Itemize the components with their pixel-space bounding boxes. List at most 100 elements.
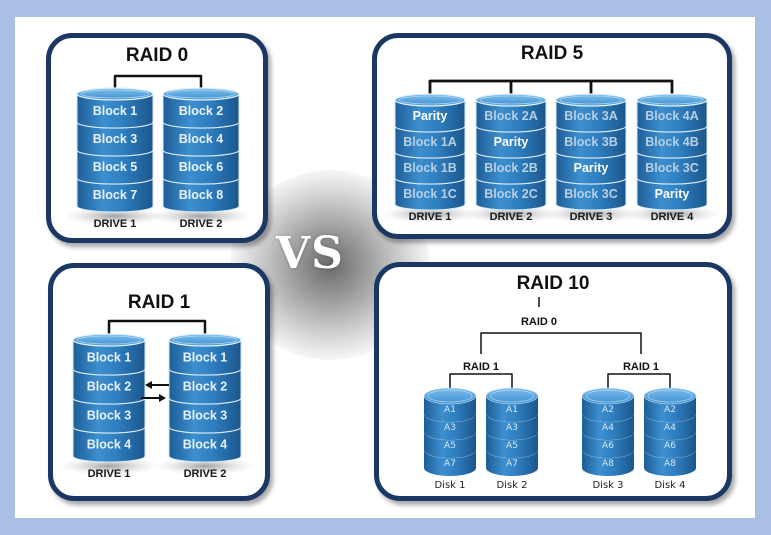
raid10-disk-1: A7 A5 A3 A1 [423,387,477,476]
block-label: Parity [413,109,448,123]
block-label: A4 [664,423,676,433]
block-label: Parity [655,187,690,201]
block-label: Block 4B [645,135,699,149]
block-label: A7 [506,459,518,469]
block-label: A8 [602,459,614,469]
raid1-panel: RAID 1 Block 4 Block 3 Block 2 Block 1 DRIVE… [48,263,270,501]
block-segment: Block 2A [475,93,547,133]
raid5-drive-4: Parity Block 3C Block 4B Block 4A [623,93,721,223]
block-label: Block 4 [183,438,228,452]
block-label: Block 1A [403,135,457,149]
block-label: Block 5 [93,160,138,174]
block-label: Block 1C [403,187,457,201]
raid0-drive-2: Block 8 Block 6 Block 4 Block 2 [149,87,253,225]
raid10-disk-2-label: Disk 2 [496,480,527,491]
raid5-panel: RAID 5 Block 1C Block 1B Block 1A Parity DRI… [372,33,732,239]
block-label: A6 [602,441,614,451]
block-segment: Block 1 [72,333,146,376]
block-label: A4 [602,423,614,433]
block-label: A3 [444,423,456,433]
raid5-drive-1-label: DRIVE 1 [409,211,452,223]
raid1-drive-1: Block 4 Block 3 Block 2 Block 1 [59,333,159,475]
raid0-drive-1-label: DRIVE 1 [94,218,137,230]
right-arrow-head [159,394,166,402]
block-segment: Block 3A [555,93,627,133]
block-label: Block 3 [183,409,228,423]
raid5-drive-2: Block 2C Block 2B Parity Block 2A [462,93,560,223]
block-segment: A2 [581,387,635,422]
block-label: Block 2B [484,161,538,175]
raid10-panel: RAID 10 RAID 0 RAID 1 RAID 1 A7 A5 A3 A1 Disk 1… [374,262,732,501]
raid5-drive-3-label: DRIVE 3 [570,211,613,223]
raid0-panel: RAID 0 Block 7 Block 5 Block 3 Block 1 DRIVE… [46,33,268,243]
raid0-drive-2-label: DRIVE 2 [180,218,223,230]
raid10-mirror-label-1: RAID 1 [463,361,499,373]
block-label: Block 3B [564,135,618,149]
block-label: Block 3A [564,109,618,123]
block-label: Block 2 [183,380,228,394]
block-label: Block 4 [87,438,132,452]
block-label: A1 [506,405,518,415]
block-label: A7 [444,459,456,469]
block-label: Block 6 [179,160,224,174]
raid10-disk-1-label: Disk 1 [434,480,465,491]
block-label: A2 [602,405,614,415]
raid10-disk-4: A8 A6 A4 A2 [643,387,697,476]
raid5-diagram: Block 1CBlock 1BBlock 1AParityDRIVE 1Blo… [381,79,721,223]
block-label: A2 [664,405,676,415]
block-segment: Block 4A [636,93,708,133]
block-label: Block 2 [87,380,132,394]
left-arrow-head [145,381,152,389]
block-segment: Block 1 [168,333,242,376]
block-label: Block 1 [87,351,132,365]
block-label: Block 2 [179,104,224,118]
vs-label: VS [276,228,344,279]
block-label: Block 1B [403,161,457,175]
raid5-drive-4-label: DRIVE 4 [651,211,695,223]
raid5-connector-bus [428,79,674,98]
block-segment: Block 1 [76,87,154,129]
block-label: Parity [574,161,609,175]
block-label: Block 3 [87,409,132,423]
block-label: Block 8 [179,188,224,202]
raid5-drive-3: Block 3C Parity Block 3B Block 3A [542,93,640,223]
raid10-stripe-connector [480,332,642,354]
block-label: A5 [444,441,456,451]
raid1-drive-2: Block 4 Block 3 Block 2 Block 1 [155,333,255,475]
raid5-drive-1: Block 1C Block 1B Block 1A Parity [381,93,479,223]
block-label: Block 1 [183,351,228,365]
raid0-diagram: Block 7Block 5Block 3Block 1DRIVE 1Block… [63,74,253,230]
raid1-diagram: Block 4Block 3Block 2Block 1DRIVE 1Block… [59,319,255,480]
block-segment: A2 [643,387,697,422]
block-label: A1 [444,405,456,415]
block-label: A3 [506,423,518,433]
raid1-drive-2-label: DRIVE 2 [184,468,227,480]
block-label: Block 3C [564,187,618,201]
block-label: A8 [664,459,676,469]
block-segment: Parity [394,93,466,133]
raid10-stripe-label: RAID 0 [521,316,557,328]
raid10-disk-2: A7 A5 A3 A1 [485,387,539,476]
raid1-drive-1-label: DRIVE 1 [88,468,131,480]
block-label: Block 7 [93,188,138,202]
raid10-disk-3: A8 A6 A4 A2 [581,387,635,476]
raid0-drive-1: Block 7 Block 5 Block 3 Block 1 [63,87,167,225]
block-label: Block 4A [645,109,699,123]
block-segment: A1 [423,387,477,422]
raid5-drive-2-label: DRIVE 2 [490,211,533,223]
block-label: Block 2C [484,187,538,201]
block-label: Block 3C [645,161,699,175]
block-label: Block 2A [484,109,538,123]
block-label: A5 [506,441,518,451]
block-label: A6 [664,441,676,451]
block-label: Parity [494,135,529,149]
block-label: Block 1 [93,104,138,118]
raid10-diagram: RAID 0 RAID 1 RAID 1 A7 A5 A3 A1 Disk 1 A7 A5 A3 A1… [423,297,697,491]
raid10-mirror-label-2: RAID 1 [623,361,659,373]
block-label: Block 3 [93,132,138,146]
raid10-disk-3-label: Disk 3 [592,480,623,491]
block-segment: Block 2 [162,87,240,129]
raid10-disk-4-label: Disk 4 [654,480,685,491]
block-label: Block 4 [179,132,224,146]
block-segment: A1 [485,387,539,422]
